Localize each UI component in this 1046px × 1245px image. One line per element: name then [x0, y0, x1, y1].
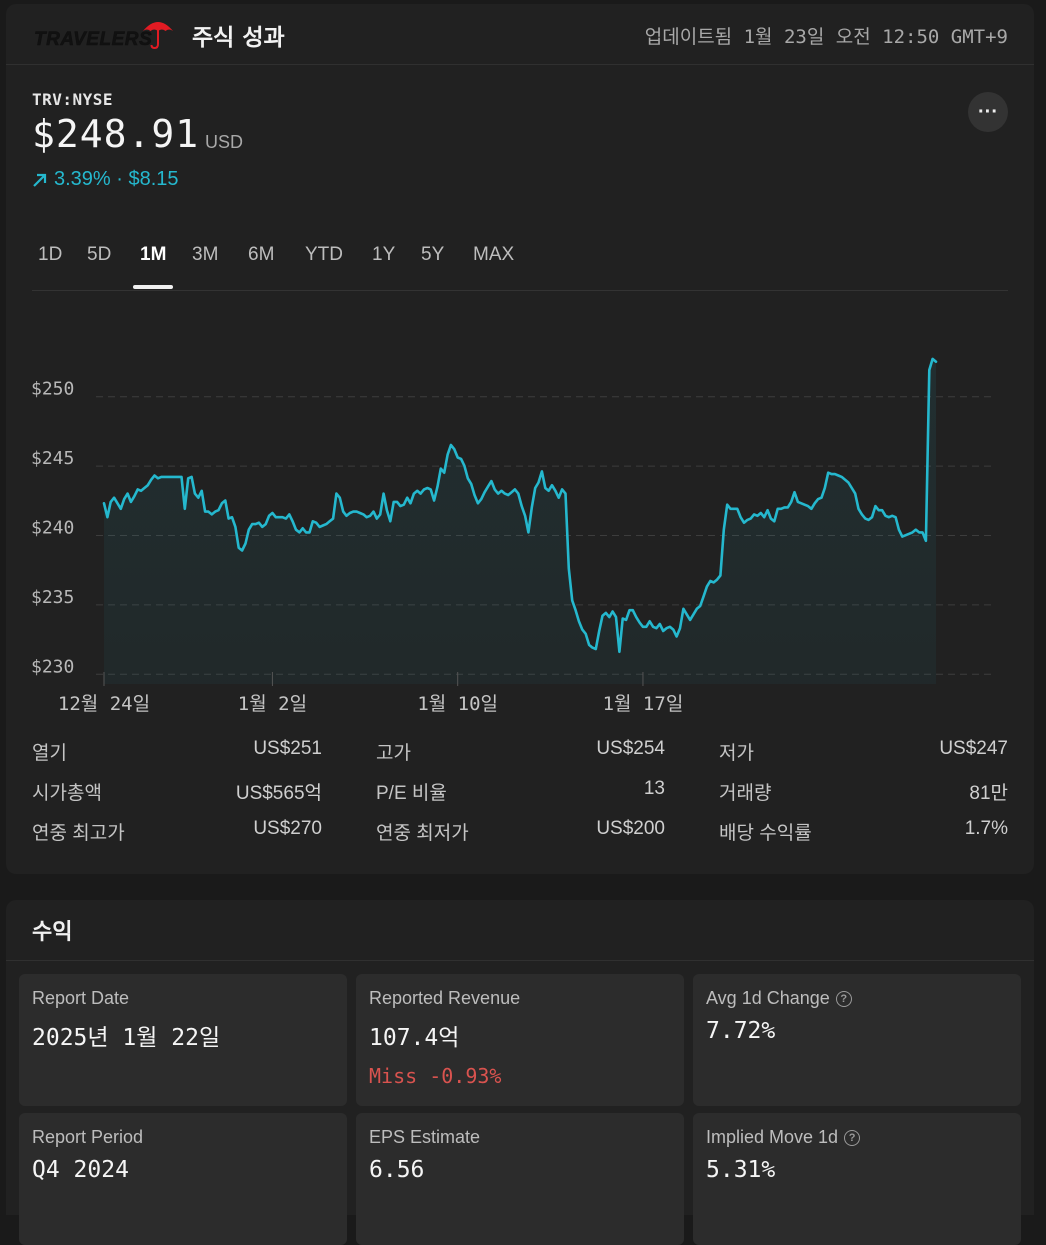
tile-label: Implied Move 1d?	[706, 1127, 861, 1148]
stat-value: US$251	[253, 738, 322, 759]
stat-label: 열기	[32, 743, 67, 764]
stat-value: US$270	[253, 818, 322, 839]
price-change: 3.39% · $8.15	[32, 168, 179, 191]
more-options-button[interactable]: ···	[968, 92, 1008, 132]
price-change-text: 3.39% · $8.15	[54, 168, 179, 190]
tile-report-period: Report Period Q4 2024	[19, 1113, 347, 1245]
tile-value: 107.4억	[369, 1025, 460, 1051]
tile-label: Report Date	[32, 988, 130, 1008]
stat-value: US$247	[939, 738, 1008, 759]
stat-value: 81만	[969, 783, 1008, 804]
tile-avg-1d-change: Avg 1d Change? 7.72%	[693, 974, 1021, 1106]
active-tab-indicator	[133, 285, 173, 289]
tab-max[interactable]: MAX	[473, 244, 514, 266]
stat-label: 연중 최저가	[376, 823, 469, 844]
earnings-title: 수익	[32, 920, 73, 945]
x-tick-label: 1월 17일	[603, 693, 684, 714]
card-title: 주식 성과	[192, 25, 285, 51]
tab-5y[interactable]: 5Y	[421, 244, 444, 266]
arrow-up-right-icon	[33, 173, 47, 187]
current-price: $248.91	[32, 112, 200, 156]
tile-value: 2025년 1월 22일	[32, 1025, 221, 1051]
tab-1d[interactable]: 1D	[38, 244, 62, 266]
ticker-symbol: TRV:NYSE	[32, 90, 114, 109]
tab-1y[interactable]: 1Y	[372, 244, 395, 266]
stat-label: 저가	[719, 743, 754, 764]
stock-performance-card: TRAVELERS 주식 성과 업데이트됨 1월 23일 오전 12:50 GM…	[6, 4, 1034, 874]
stat-label: 고가	[376, 743, 411, 764]
tile-implied-move-1d: Implied Move 1d? 5.31%	[693, 1113, 1021, 1245]
tile-eps-estimate: EPS Estimate 6.56	[356, 1113, 684, 1245]
tile-value: 6.56	[369, 1157, 425, 1183]
tile-label: Report Period	[32, 1127, 144, 1147]
y-tick-label: $240	[31, 517, 74, 538]
tile-label: Reported Revenue	[369, 988, 521, 1008]
updated-timestamp: 업데이트됨 1월 23일 오전 12:50 GMT+9	[644, 26, 1008, 48]
stat-label: 배당 수익률	[719, 823, 812, 844]
tile-label: Avg 1d Change?	[706, 988, 852, 1009]
stat-value: 1.7%	[964, 818, 1008, 839]
stat-value: US$254	[596, 738, 665, 759]
tile-label: EPS Estimate	[369, 1127, 481, 1147]
card-header: TRAVELERS 주식 성과 업데이트됨 1월 23일 오전 12:50 GM…	[6, 4, 1034, 65]
currency-label: USD	[205, 132, 244, 152]
more-icon: ···	[978, 100, 998, 123]
x-tick-label: 12월 24일	[58, 693, 150, 714]
tab-6m[interactable]: 6M	[248, 244, 274, 266]
y-tick-label: $235	[31, 587, 74, 608]
help-icon[interactable]: ?	[835, 990, 852, 1007]
x-tick-label: 1월 10일	[417, 693, 498, 714]
tab-5d[interactable]: 5D	[87, 244, 111, 266]
tile-value: Q4 2024	[32, 1157, 129, 1183]
stat-label: 연중 최고가	[32, 823, 125, 844]
stat-label: 거래량	[719, 783, 772, 804]
price-chart[interactable]: $250 $245 $240 $235 $230 12월 24일 1월 2일 1월 10일 1월…	[6, 304, 1034, 714]
tile-value: 7.72%	[706, 1018, 776, 1044]
x-tick-label: 1월 2일	[238, 693, 307, 714]
y-tick-label: $230	[31, 656, 74, 677]
y-tick-label: $250	[31, 379, 74, 400]
stat-value: 13	[643, 778, 665, 799]
tab-3m[interactable]: 3M	[192, 244, 218, 266]
tab-ytd[interactable]: YTD	[305, 244, 343, 266]
earnings-header: 수익	[6, 900, 1034, 961]
tile-reported-revenue: Reported Revenue 107.4억 Miss -0.93%	[356, 974, 684, 1106]
help-icon[interactable]: ?	[844, 1129, 861, 1146]
y-tick-label: $245	[31, 448, 74, 469]
travelers-logo: TRAVELERS	[34, 20, 179, 54]
earnings-card: 수익 Report Date 2025년 1월 22일 Reported Rev…	[6, 900, 1034, 1245]
stat-value: US$200	[596, 818, 665, 839]
price-area	[104, 358, 936, 684]
revenue-miss-note: Miss -0.93%	[369, 1064, 502, 1088]
stat-label: 시가총액	[32, 783, 102, 804]
tile-value: 5.31%	[706, 1157, 776, 1183]
range-tabs: 1D 5D 1M 3M 6M YTD 1Y 5Y MAX	[32, 240, 1008, 291]
tile-report-date: Report Date 2025년 1월 22일	[19, 974, 347, 1106]
stat-label: P/E 비율	[376, 783, 447, 804]
stat-value: US$565억	[235, 783, 322, 804]
red-umbrella-icon	[143, 22, 173, 50]
tab-1m[interactable]: 1M	[140, 244, 166, 266]
